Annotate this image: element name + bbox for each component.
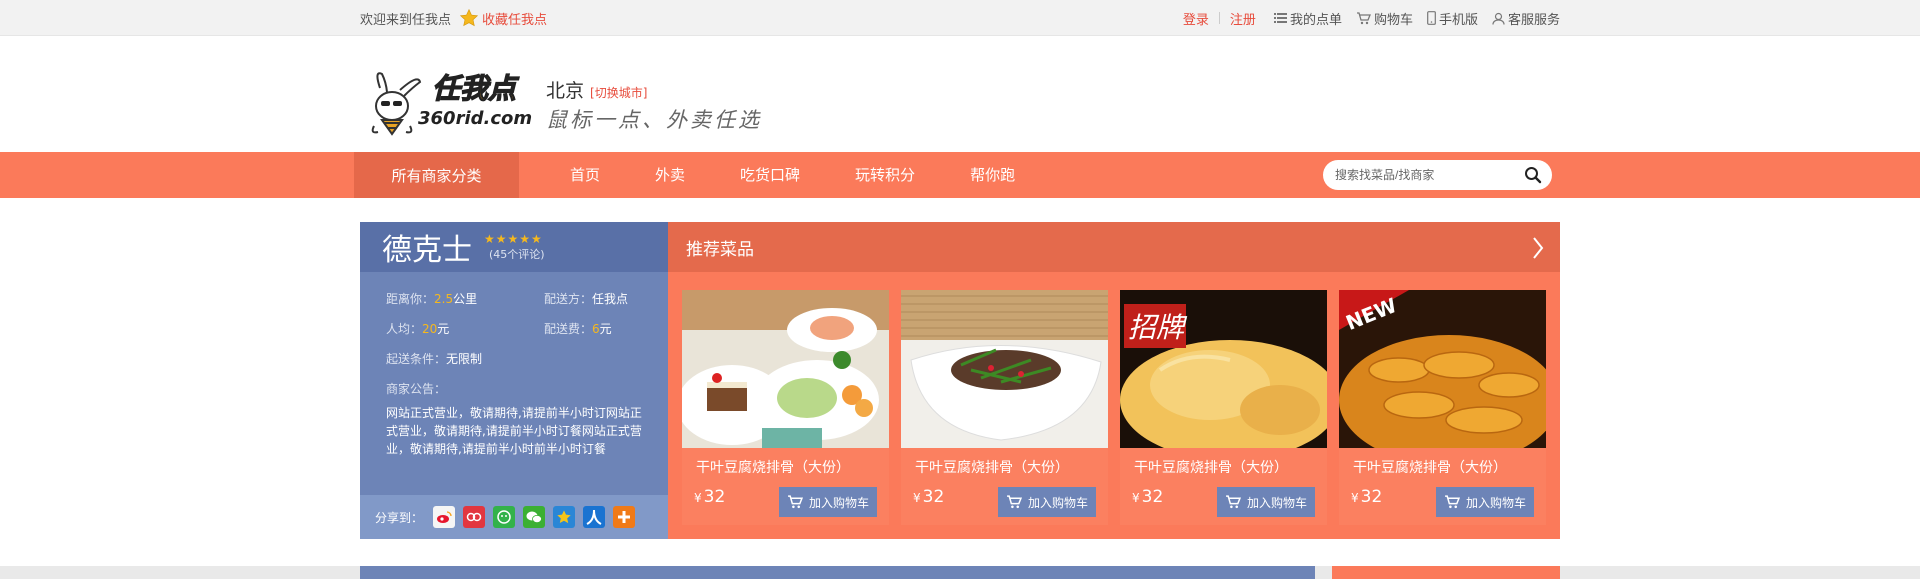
main-nav: 所有商家分类 首页 外卖 吃货口碑 玩转积分 帮你跑 bbox=[0, 152, 1920, 198]
dish-price: ¥32 bbox=[694, 487, 726, 507]
nav-item-takeout[interactable]: 外卖 bbox=[655, 152, 685, 198]
nav-item-errand[interactable]: 帮你跑 bbox=[970, 152, 1015, 198]
top-bar: 欢迎来到任我点 收藏任我点 登录 注册 我的点单 购物车 手机版 客服服务 bbox=[0, 0, 1920, 36]
user-icon bbox=[1492, 12, 1505, 25]
slogan: 鼠标一点、外卖任选 bbox=[546, 108, 762, 132]
fee-value: 6 bbox=[592, 322, 600, 336]
friend-circle-icon[interactable] bbox=[493, 506, 516, 528]
login-link[interactable]: 登录 bbox=[1183, 9, 1209, 28]
distance-label: 距离你： bbox=[386, 292, 435, 306]
svg-text:任我点: 任我点 bbox=[432, 72, 520, 105]
add-to-cart-button[interactable]: 加入购物车 bbox=[779, 487, 877, 517]
distance-value: 2.5 bbox=[434, 292, 454, 306]
shop-name: 德克士 bbox=[382, 233, 472, 268]
my-orders-label: 我的点单 bbox=[1289, 12, 1342, 28]
dish-image[interactable] bbox=[682, 290, 889, 448]
svg-text:360rid.com: 360rid.com bbox=[418, 108, 532, 129]
add-to-cart-button[interactable]: 加入购物车 bbox=[1217, 487, 1315, 517]
star-icon bbox=[459, 8, 479, 27]
service-label: 客服服务 bbox=[1507, 12, 1560, 28]
dish-name[interactable]: 干叶豆腐烧排骨（大份） bbox=[915, 457, 1069, 477]
add-to-cart-button[interactable]: 加入购物车 bbox=[998, 487, 1096, 517]
fee-label: 配送费： bbox=[544, 322, 593, 336]
bee-mascot-icon: 任我点 360rid.com bbox=[371, 71, 532, 136]
qzone-icon[interactable] bbox=[553, 506, 576, 528]
delivery-by-value: 任我点 bbox=[592, 292, 629, 306]
cart-icon bbox=[788, 495, 803, 509]
cart-icon bbox=[1356, 11, 1371, 24]
site-logo[interactable]: 任我点 360rid.com bbox=[360, 68, 540, 138]
dish-card[interactable]: 干叶豆腐烧排骨（大份） ¥32 加入购物车 bbox=[682, 290, 889, 525]
search-box bbox=[1323, 160, 1552, 190]
cart-icon bbox=[1445, 495, 1460, 509]
dish-name[interactable]: 干叶豆腐烧排骨（大份） bbox=[1353, 457, 1507, 477]
cart-icon bbox=[1226, 495, 1241, 509]
nav-item-reviews[interactable]: 吃货口碑 bbox=[740, 152, 800, 198]
welcome-text: 欢迎来到任我点 bbox=[360, 12, 452, 28]
recommend-title: 推荐菜品 bbox=[686, 239, 754, 260]
register-link[interactable]: 注册 bbox=[1230, 9, 1256, 28]
dish-card[interactable]: 干叶豆腐烧排骨（大份） ¥32 加入购物车 bbox=[901, 290, 1108, 525]
cart-icon bbox=[1007, 495, 1022, 509]
divider bbox=[1218, 12, 1220, 24]
dish-name[interactable]: 干叶豆腐烧排骨（大份） bbox=[696, 457, 850, 477]
header: 任我点 360rid.com 北京 [切换城市] 鼠标一点、外卖任选 bbox=[0, 36, 1920, 152]
mobile-link[interactable]: 手机版 bbox=[1427, 9, 1478, 28]
dish-image[interactable]: NEW bbox=[1339, 290, 1546, 448]
delivery-by-label: 配送方： bbox=[544, 292, 593, 306]
next-section-right bbox=[1332, 566, 1560, 579]
nav-item-home[interactable]: 首页 bbox=[570, 152, 600, 198]
share-bar: 分享到： bbox=[360, 495, 668, 539]
fee-unit: 元 bbox=[599, 322, 612, 336]
favorite-link[interactable]: 收藏任我点 bbox=[459, 8, 547, 28]
recommended-dishes: 推荐菜品 干叶豆腐烧排骨（大份） ¥ 32 加入购物车 干叶豆腐烧排骨（大份） … bbox=[668, 222, 1560, 539]
search-button[interactable] bbox=[1524, 166, 1542, 188]
review-count[interactable]: (45个评论) bbox=[489, 246, 545, 262]
shop-notice: 网站正式营业，敬请期待,请提前半小时订网站正式营业，敬请期待,请提前半小时订餐网… bbox=[386, 406, 642, 456]
avg-label: 人均： bbox=[386, 322, 423, 336]
main-content: 德克士 ★★★★★ (45个评论) 距离你：2.5公里 配送方：任我点 人均：2… bbox=[0, 198, 1920, 539]
renren-icon[interactable] bbox=[583, 506, 606, 528]
add-to-cart-button[interactable]: 加入购物车 bbox=[1436, 487, 1534, 517]
next-arrow-icon[interactable] bbox=[1532, 236, 1544, 264]
more-share-icon[interactable] bbox=[613, 506, 636, 528]
dish-price: ¥32 bbox=[913, 487, 945, 507]
dish-card[interactable]: 招牌 干叶豆腐烧排骨（大份） ¥32 加入购物车 bbox=[1120, 290, 1327, 525]
dish-price: ¥32 bbox=[1132, 487, 1164, 507]
min-order-value: 无限制 bbox=[446, 352, 483, 366]
list-icon bbox=[1273, 13, 1287, 23]
switch-city-link[interactable]: [切换城市] bbox=[590, 84, 647, 101]
dish-price: ¥32 bbox=[1351, 487, 1383, 507]
my-orders-link[interactable]: 我的点单 bbox=[1273, 9, 1342, 28]
dish-image[interactable] bbox=[901, 290, 1108, 448]
dish-name[interactable]: 干叶豆腐烧排骨（大份） bbox=[1134, 457, 1288, 477]
avg-value: 20 bbox=[422, 322, 438, 336]
dish-card[interactable]: NEW 干叶豆腐烧排骨（大份） ¥32 加入购物车 bbox=[1339, 290, 1546, 525]
search-icon bbox=[1525, 167, 1542, 184]
favorite-label: 收藏任我点 bbox=[482, 12, 548, 28]
avg-unit: 元 bbox=[437, 322, 450, 336]
cart-label: 购物车 bbox=[1373, 12, 1413, 28]
wechat-icon[interactable] bbox=[523, 506, 546, 528]
shop-info-panel: 德克士 ★★★★★ (45个评论) 距离你：2.5公里 配送方：任我点 人均：2… bbox=[360, 222, 668, 539]
tencent-weibo-icon[interactable] bbox=[463, 506, 486, 528]
cart-link[interactable]: 购物车 bbox=[1356, 9, 1413, 28]
next-section-strip bbox=[0, 566, 1920, 579]
search-input[interactable] bbox=[1335, 168, 1515, 182]
notice-label: 商家公告： bbox=[386, 382, 447, 396]
phone-icon bbox=[1427, 11, 1436, 25]
share-label: 分享到： bbox=[375, 510, 424, 525]
city-name: 北京 bbox=[546, 80, 585, 102]
rating-stars: ★★★★★ bbox=[484, 232, 543, 246]
all-categories-button[interactable]: 所有商家分类 bbox=[354, 152, 519, 198]
dish-badge: 招牌 bbox=[1128, 311, 1185, 344]
nav-item-points[interactable]: 玩转积分 bbox=[855, 152, 915, 198]
mobile-label: 手机版 bbox=[1438, 12, 1478, 28]
dish-image[interactable]: 招牌 bbox=[1120, 290, 1327, 448]
min-order-label: 起送条件： bbox=[386, 352, 447, 366]
weibo-icon[interactable] bbox=[433, 506, 456, 528]
next-section-left bbox=[360, 566, 1315, 579]
service-link[interactable]: 客服服务 bbox=[1492, 9, 1560, 28]
distance-unit: 公里 bbox=[453, 292, 478, 306]
